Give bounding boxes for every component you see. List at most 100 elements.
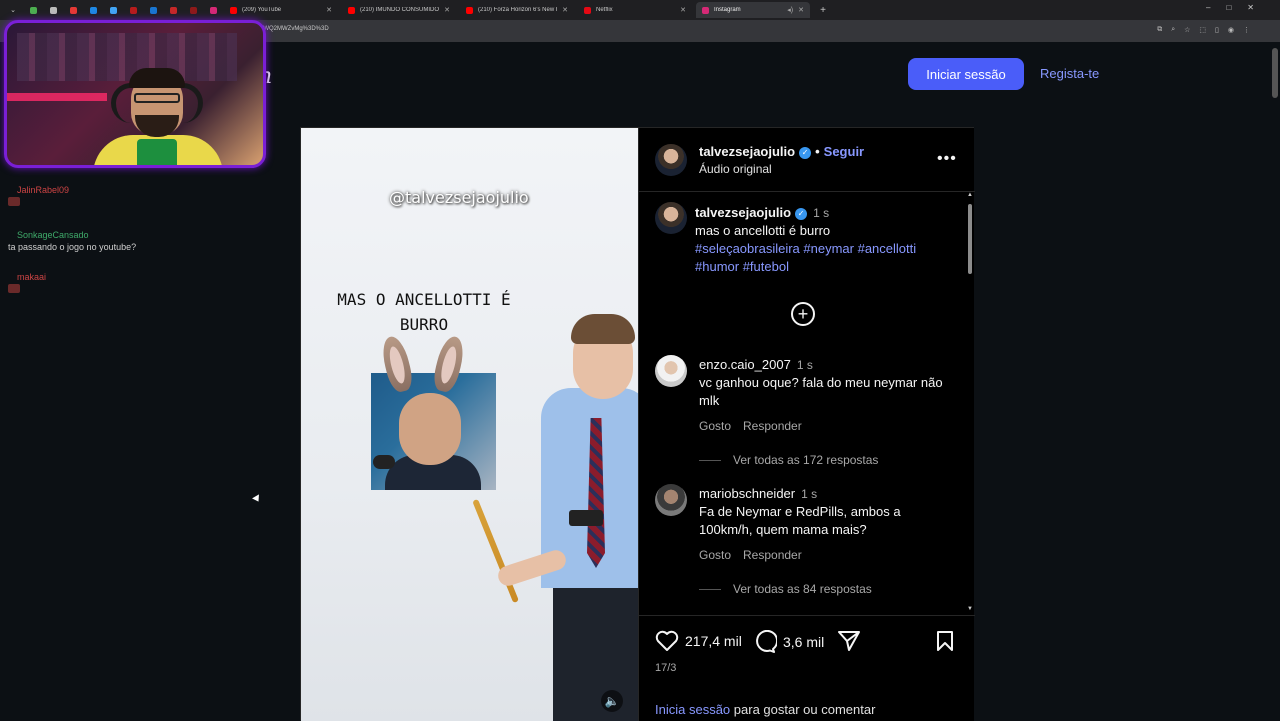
caption-author[interactable]: talvezsejaojulio ✓ 1 s [695,205,829,220]
open-in-app-icon[interactable]: ⧉ [1157,26,1162,34]
verified-badge-icon: ✓ [799,146,812,159]
zoom-icon[interactable]: ⌕ [1171,26,1175,34]
scroll-up-icon[interactable]: ▲ [967,192,973,198]
sidebar-icon[interactable]: ▯ [1215,26,1219,34]
tab-title: (210) Forza Horizon 6's New R... [478,7,558,13]
commenter-avatar[interactable] [655,484,687,516]
close-icon[interactable]: ✕ [444,6,450,14]
like-action[interactable]: 217,4 mil [655,630,742,652]
save-action[interactable] [935,630,955,652]
pinned-tab[interactable] [126,3,140,17]
mouse-cursor [252,494,262,504]
youtube-icon [466,6,473,14]
pinned-tab[interactable] [186,3,200,17]
login-prompt: Inicia sessão para gostar ou comentar [655,702,875,717]
page-scrollbar[interactable] [1272,48,1278,98]
coach-photo [371,373,496,490]
comment-time: 1 s [801,487,818,501]
login-button[interactable]: Iniciar sessão [908,58,1024,90]
emote-icon [8,197,20,206]
share-icon[interactable] [837,630,861,652]
follow-button[interactable]: Seguir [824,144,864,159]
pinned-tab[interactable] [46,3,60,17]
minimize-icon[interactable]: – [1206,3,1210,12]
netflix-icon [584,6,591,14]
pinned-tab[interactable] [166,3,180,17]
browser-tab[interactable]: (210) Forza Horizon 6's New R... ✕ [460,2,574,18]
comment-reply-button[interactable]: Responder [743,548,802,562]
audio-toggle-icon[interactable]: 🔈 [601,690,623,712]
view-replies-label[interactable]: Ver todas as 84 respostas [733,582,872,596]
author-username[interactable]: talvezsejaojulio ✓ • Seguir [699,144,864,159]
reel-video[interactable]: @talvezsejaojulio MAS O ANCELLOTTI É BUR… [301,128,638,721]
comments-count: 3,6 mil [783,634,825,650]
author-name[interactable]: talvezsejaojulio [699,144,795,159]
load-more-comments-icon[interactable]: + [791,302,815,326]
pinned-tab[interactable] [106,3,120,17]
speaker-icon[interactable]: ◂) [787,6,793,14]
profile-icon[interactable]: ◉ [1228,26,1234,34]
star-icon[interactable]: ☆ [1184,26,1190,34]
login-prompt-text: para gostar ou comentar [733,702,876,717]
comment-author[interactable]: enzo.caio_2007 1 s [699,357,813,372]
youtube-icon [348,6,355,14]
comment-action[interactable]: 3,6 mil [753,630,824,654]
audio-link[interactable]: Áudio original [699,162,772,176]
video-caption-text: MAS O ANCELLOTTI É BURRO [337,290,511,334]
tab-title: (210) IMUNDO CONSUMIDOR [360,7,440,13]
commenter-avatar[interactable] [655,355,687,387]
comment-username[interactable]: mariobschneider [699,486,795,501]
instagram-post: @talvezsejaojulio MAS O ANCELLOTTI É BUR… [300,127,975,721]
menu-icon[interactable]: ⋮ [1243,26,1250,34]
more-options-icon[interactable]: ••• [937,150,957,168]
comment-username[interactable]: enzo.caio_2007 [699,357,791,372]
chat-text: ta passando o jogo no youtube? [8,242,137,252]
tab-title: Netflix [596,7,613,13]
caption-hashtags[interactable]: #seleçaobrasileira #neymar #ancellotti #… [695,240,945,276]
comment-icon[interactable] [753,630,777,654]
chat-message: JalinRabel09 [8,185,69,206]
author-avatar[interactable] [655,144,687,176]
comment-like-button[interactable]: Gosto [699,548,731,562]
comment-reply-button[interactable]: Responder [743,419,802,433]
pinned-tab[interactable] [26,3,40,17]
extensions-icon[interactable]: ⬚ [1199,26,1206,34]
close-icon[interactable]: ✕ [562,6,568,14]
bookmark-icon[interactable] [935,630,955,652]
close-icon[interactable]: ✕ [680,6,686,14]
new-tab-button[interactable]: + [816,3,830,17]
tab-list-button[interactable]: ⌄ [6,3,20,17]
close-window-icon[interactable]: ✕ [1247,3,1254,12]
view-replies-label[interactable]: Ver todas as 172 respostas [733,453,878,467]
pinned-tab[interactable] [86,3,100,17]
browser-tab-active[interactable]: Instagram ◂) ✕ [696,2,810,18]
heart-icon[interactable] [655,630,679,652]
login-prompt-link[interactable]: Inicia sessão [655,702,730,717]
comment-author[interactable]: mariobschneider 1 s [699,486,817,501]
browser-tab[interactable]: (210) IMUNDO CONSUMIDOR ✕ [342,2,456,18]
share-action[interactable] [837,630,861,652]
video-watermark: @talvezsejaojulio [389,188,529,207]
caption-time: 1 s [813,206,830,220]
view-replies-button[interactable]: Ver todas as 84 respostas [699,582,872,596]
emote-icon [8,284,20,293]
close-icon[interactable]: ✕ [326,6,332,14]
likes-count: 217,4 mil [685,633,742,649]
pinned-tab[interactable] [146,3,160,17]
replies-line [699,459,721,461]
comments-scrollbar[interactable]: ▲ ▼ [967,192,973,612]
signup-link[interactable]: Regista-te [1040,66,1099,81]
browser-tab[interactable]: Netflix ✕ [578,2,692,18]
maximize-icon[interactable]: □ [1226,3,1231,12]
scroll-down-icon[interactable]: ▼ [967,606,973,612]
close-icon[interactable]: ✕ [798,6,804,14]
view-replies-button[interactable]: Ver todas as 172 respostas [699,453,878,467]
comment-like-button[interactable]: Gosto [699,419,731,433]
pinned-tab[interactable] [206,3,220,17]
pinned-tab[interactable] [66,3,80,17]
scrollbar-thumb[interactable] [968,204,972,274]
browser-tab[interactable]: (209) YouTube ✕ [224,2,338,18]
caption-author-name[interactable]: talvezsejaojulio [695,205,791,220]
comment-time: 1 s [796,358,813,372]
author-avatar[interactable] [655,202,687,234]
